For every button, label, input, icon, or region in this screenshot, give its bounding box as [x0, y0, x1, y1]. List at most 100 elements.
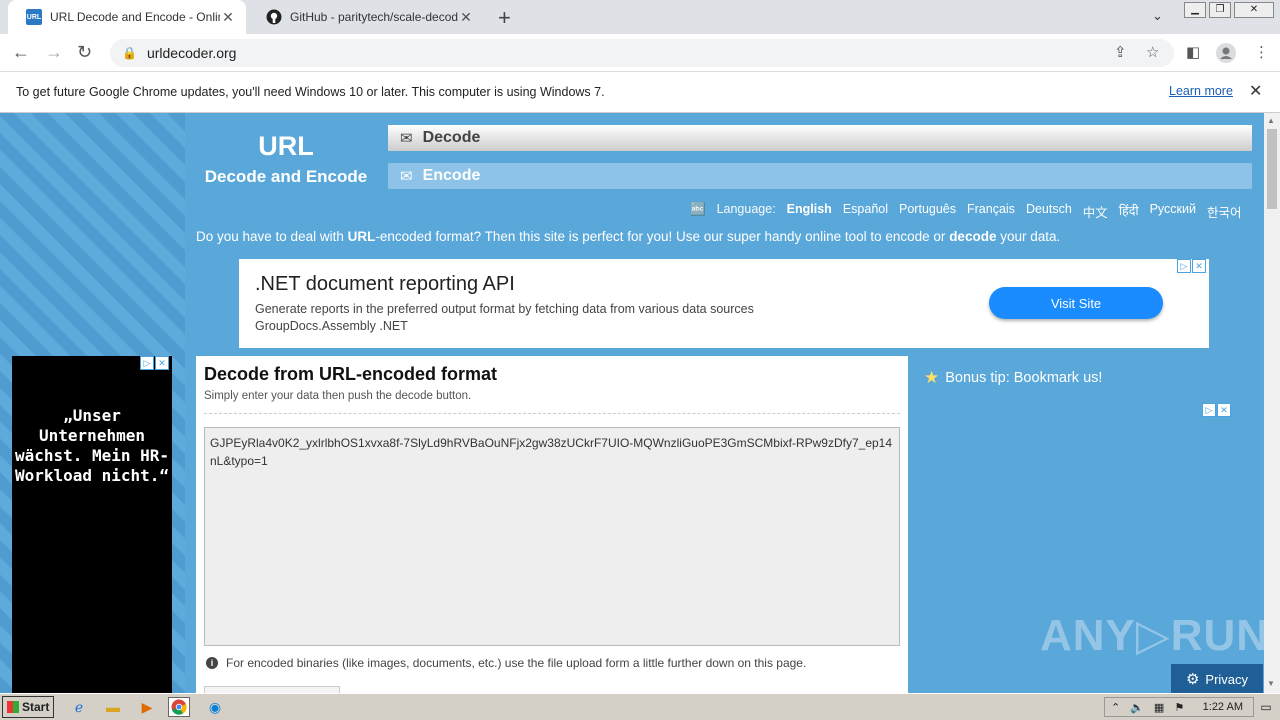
- language-bar: 🔤 Language: English Español Português Fr…: [690, 202, 1252, 221]
- tab-title: GitHub - paritytech/scale-decode: De: [290, 10, 458, 24]
- start-label: Start: [22, 700, 50, 714]
- address-bar[interactable]: 🔒 urldecoder.org: [110, 39, 1174, 67]
- reload-icon[interactable]: ↻: [77, 42, 92, 63]
- lang-hindi[interactable]: हिंदी: [1119, 202, 1139, 221]
- folder-icon[interactable]: ▬: [102, 697, 124, 717]
- adchoices-icon[interactable]: ▷: [1202, 403, 1216, 417]
- volume-icon[interactable]: 🔈: [1130, 701, 1144, 714]
- github-icon: [266, 9, 282, 25]
- urldecoder-favicon: URL: [26, 9, 42, 25]
- scroll-down-icon[interactable]: ▼: [1267, 679, 1275, 688]
- tab-urldecoder[interactable]: URL URL Decode and Encode - Online ✕: [8, 0, 246, 34]
- lang-deutsch[interactable]: Deutsch: [1026, 202, 1072, 221]
- edge-icon[interactable]: ◉: [204, 697, 226, 717]
- adchoices-icon[interactable]: ▷: [1177, 259, 1191, 273]
- windows-taskbar: Start ℯ ▬ ▶ ◉ ⌃ 🔈 ▦ ⚑ 1:22 AM ▭: [0, 693, 1280, 720]
- bookmark-star-icon[interactable]: ☆: [1146, 43, 1159, 61]
- panel-title: Decode from URL-encoded format: [204, 364, 498, 384]
- update-infobar: To get future Google Chrome updates, you…: [0, 72, 1280, 113]
- start-button[interactable]: Start: [2, 696, 54, 718]
- language-label: Language:: [716, 202, 776, 216]
- lang-korean[interactable]: 한국어: [1207, 202, 1242, 221]
- windows-logo-icon: [7, 701, 19, 713]
- learn-more-link[interactable]: Learn more: [1169, 84, 1233, 98]
- infobar-message: To get future Google Chrome updates, you…: [16, 85, 605, 99]
- site-logo-line2[interactable]: Decode and Encode: [186, 167, 386, 187]
- lock-icon: 🔒: [122, 46, 137, 60]
- adchoices-icon[interactable]: ▷: [140, 356, 154, 370]
- anyrun-watermark: ANY▷RUN: [1040, 611, 1264, 660]
- ad-left-text: „Unser Unternehmen wächst. Mein HR-Workl…: [14, 406, 170, 485]
- tab-github[interactable]: GitHub - paritytech/scale-decode: De ✕: [248, 0, 484, 34]
- decode-panel: Decode from URL-encoded format Simply en…: [196, 356, 908, 693]
- nav-encode[interactable]: ✉ Encode: [388, 163, 1252, 189]
- action-center-flag-icon[interactable]: ⚑: [1174, 701, 1184, 714]
- lang-russian[interactable]: Русский: [1150, 202, 1196, 221]
- adchoices[interactable]: ▷ ✕: [1177, 259, 1206, 273]
- scroll-up-icon[interactable]: ▲: [1267, 116, 1275, 125]
- tagline-bold: URL: [347, 229, 376, 244]
- tagline-text: -encoded format? Then this site is perfe…: [375, 229, 950, 244]
- lang-portugues[interactable]: Português: [899, 202, 956, 221]
- lang-chinese[interactable]: 中文: [1083, 202, 1108, 221]
- webpage: URL Decode and Encode ✉ Decode ✉ Encode …: [0, 113, 1264, 693]
- lang-espanol[interactable]: Español: [843, 202, 888, 221]
- close-icon[interactable]: ✕: [220, 9, 236, 26]
- nav-decode-label: Decode: [422, 129, 481, 146]
- info-icon: i: [206, 657, 218, 669]
- site-tagline: Do you have to deal with URL-encoded for…: [196, 229, 1060, 244]
- privacy-button[interactable]: ⚙ Privacy: [1171, 664, 1263, 693]
- adchoices[interactable]: ▷ ✕: [140, 356, 169, 370]
- profile-icon[interactable]: [1216, 43, 1236, 67]
- nav-decode[interactable]: ✉ Decode: [388, 125, 1252, 151]
- back-icon[interactable]: ←: [12, 42, 30, 63]
- minimize-button[interactable]: ▁: [1184, 2, 1206, 18]
- ad-banner-top[interactable]: .NET document reporting API Generate rep…: [239, 259, 1209, 348]
- star-icon: ★: [924, 368, 940, 387]
- maximize-button[interactable]: ❐: [1209, 2, 1231, 18]
- language-icon: 🔤: [690, 202, 706, 216]
- scrollbar-thumb[interactable]: [1267, 129, 1277, 209]
- show-desktop-icon[interactable]: ▭: [1256, 697, 1276, 717]
- bonus-tip-text: Bonus tip: Bookmark us!: [945, 370, 1103, 386]
- close-icon[interactable]: ✕: [1217, 403, 1231, 417]
- privacy-label: Privacy: [1205, 671, 1249, 687]
- lang-english[interactable]: English: [787, 202, 832, 221]
- close-icon[interactable]: ✕: [458, 9, 474, 26]
- divider: [204, 413, 900, 414]
- open-envelope-icon: ✉: [400, 130, 413, 147]
- menu-dots-icon[interactable]: ⋮: [1254, 43, 1269, 61]
- close-icon[interactable]: ✕: [1249, 81, 1262, 101]
- tab-search-button[interactable]: ⌄: [1152, 8, 1163, 24]
- envelope-icon: ✉: [400, 168, 413, 185]
- visit-site-button[interactable]: Visit Site: [989, 287, 1163, 319]
- ad-headline[interactable]: .NET document reporting API: [255, 273, 515, 296]
- tray-expand-icon[interactable]: ⌃: [1111, 701, 1120, 714]
- close-icon[interactable]: ✕: [155, 356, 169, 370]
- adchoices[interactable]: ▷ ✕: [1202, 403, 1231, 417]
- decode-input[interactable]: GJPEyRla4v0K2_yxlrlbhOS1xvxa8f-7SlyLd9hR…: [204, 427, 900, 646]
- new-tab-button[interactable]: +: [498, 5, 511, 31]
- tagline-bold: decode: [949, 229, 997, 244]
- tab-title: URL Decode and Encode - Online: [50, 10, 220, 24]
- panel-subtitle: Simply enter your data then push the dec…: [204, 390, 472, 402]
- upload-hint: i For encoded binaries (like images, doc…: [206, 656, 806, 670]
- tagline-text: Do you have to deal with: [196, 229, 348, 244]
- page-scrollbar[interactable]: ▲ ▼: [1264, 113, 1280, 693]
- forward-icon[interactable]: →: [45, 42, 63, 63]
- media-player-icon[interactable]: ▶: [136, 697, 158, 717]
- browser-toolbar: ← → ↻ 🔒 urldecoder.org ⇪ ☆ ◧ ⋮: [0, 34, 1280, 72]
- chrome-icon[interactable]: [168, 697, 190, 717]
- address-text: urldecoder.org: [146, 45, 237, 61]
- share-icon[interactable]: ⇪: [1114, 43, 1127, 61]
- ad-banner-left[interactable]: ▷ ✕ „Unser Unternehmen wächst. Mein HR-Wo…: [12, 356, 172, 693]
- site-logo-line1[interactable]: URL: [186, 131, 386, 162]
- network-icon[interactable]: ▦: [1154, 701, 1164, 714]
- window-close-button[interactable]: ✕: [1234, 2, 1274, 18]
- close-icon[interactable]: ✕: [1192, 259, 1206, 273]
- decode-options-control[interactable]: [204, 686, 340, 693]
- ie-icon[interactable]: ℯ: [68, 697, 90, 717]
- taskbar-clock[interactable]: 1:22 AM: [1203, 701, 1243, 713]
- side-panel-icon[interactable]: ◧: [1186, 43, 1200, 61]
- lang-francais[interactable]: Français: [967, 202, 1015, 221]
